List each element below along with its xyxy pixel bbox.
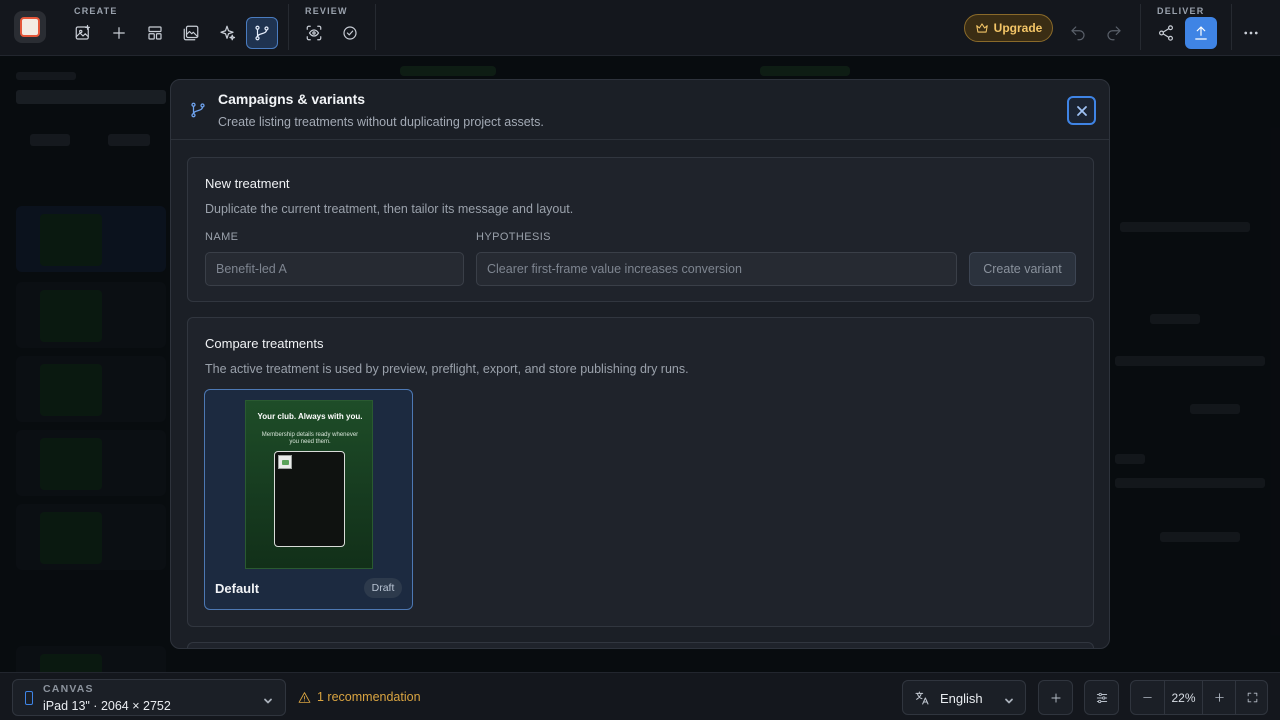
- zoom-value: 22%: [1171, 690, 1196, 705]
- close-icon: [1076, 105, 1087, 116]
- dialog-header: Campaigns & variants Create listing trea…: [171, 80, 1109, 140]
- toolbar-divider: [375, 4, 376, 50]
- image-add-icon: [75, 24, 90, 40]
- create-group-label: CREATE: [74, 6, 118, 16]
- fullscreen-icon: [1247, 692, 1257, 703]
- more-menu-button[interactable]: [1235, 17, 1267, 49]
- device-frame: [274, 451, 345, 547]
- share-button[interactable]: [1150, 17, 1182, 49]
- chevron-down-icon: [1004, 693, 1014, 704]
- ai-generate-button[interactable]: [211, 17, 243, 49]
- compare-treatments-card: Compare treatments The active treatment …: [187, 317, 1094, 627]
- undo-icon: [1071, 26, 1085, 41]
- canvas-size-select[interactable]: CANVAS iPad 13" · 2064 × 2752: [12, 679, 286, 716]
- more-horizontal-icon: [1244, 31, 1258, 35]
- zoom-level[interactable]: 22%: [1165, 681, 1202, 714]
- toolbar-divider: [288, 4, 289, 50]
- next-section-card: [187, 642, 1094, 648]
- compare-treatments-title: Compare treatments: [205, 336, 324, 351]
- upgrade-button[interactable]: Upgrade: [964, 14, 1053, 42]
- top-toolbar: CREATE REVIEW Upgrade DELIVER: [0, 0, 1280, 56]
- bottom-bar: CANVAS iPad 13" · 2064 × 2752 1 recommen…: [0, 672, 1280, 720]
- review-group-label: REVIEW: [305, 6, 348, 16]
- gallery-icon: [183, 25, 199, 41]
- dialog-title: Campaigns & variants: [218, 91, 366, 107]
- add-language-button[interactable]: [1038, 680, 1073, 715]
- add-button[interactable]: [103, 17, 135, 49]
- check-circle-icon: [343, 26, 357, 40]
- plus-icon: [1050, 692, 1061, 703]
- preview-headline: Your club. Always with you.: [257, 412, 363, 421]
- deliver-group-label: DELIVER: [1157, 6, 1205, 16]
- sliders-icon: [1096, 692, 1107, 703]
- campaigns-variants-button[interactable]: [246, 17, 278, 49]
- canvas-label: CANVAS: [43, 683, 94, 695]
- fit-screen-button[interactable]: [1236, 681, 1268, 714]
- zoom-out-button[interactable]: [1131, 681, 1164, 714]
- toolbar-divider: [1231, 4, 1232, 50]
- canvas-value: iPad 13" · 2064 × 2752: [43, 699, 171, 713]
- branch-icon: [189, 101, 207, 119]
- status-badge: Draft: [364, 578, 402, 598]
- share-icon: [1159, 25, 1173, 41]
- branch-icon: [255, 25, 269, 41]
- layout-button[interactable]: [139, 17, 171, 49]
- crown-icon: [975, 23, 988, 33]
- recommendation-link[interactable]: 1 recommendation: [298, 690, 421, 704]
- redo-icon: [1107, 26, 1121, 41]
- redo-button[interactable]: [1098, 17, 1130, 49]
- upgrade-label: Upgrade: [993, 21, 1043, 35]
- upload-icon: [1195, 26, 1207, 40]
- layout-icon: [148, 26, 162, 40]
- new-treatment-title: New treatment: [205, 176, 290, 191]
- chevron-down-icon: [263, 693, 273, 704]
- translate-icon: [914, 690, 930, 706]
- close-button[interactable]: [1067, 96, 1096, 125]
- adjustments-button[interactable]: [1084, 680, 1119, 715]
- tablet-icon: [25, 691, 33, 705]
- image-add-button[interactable]: [67, 17, 99, 49]
- preview-button[interactable]: [298, 17, 330, 49]
- variant-card-default[interactable]: Your club. Always with you. Membership d…: [204, 389, 413, 610]
- campaigns-variants-dialog: Campaigns & variants Create listing trea…: [170, 79, 1110, 649]
- minus-icon: [1143, 697, 1152, 698]
- hypothesis-field-label: HYPOTHESIS: [476, 231, 551, 243]
- create-variant-button[interactable]: Create variant: [969, 252, 1076, 286]
- preview-subtext: Membership details ready whenever you ne…: [261, 432, 359, 445]
- compare-treatments-description: The active treatment is used by preview,…: [205, 362, 689, 376]
- variant-preview: Your club. Always with you. Membership d…: [245, 400, 373, 569]
- sparkles-icon: [220, 25, 236, 41]
- variant-name: Default: [215, 581, 260, 596]
- new-treatment-card: New treatment Duplicate the current trea…: [187, 157, 1094, 302]
- new-treatment-description: Duplicate the current treatment, then ta…: [205, 202, 574, 216]
- warning-icon: [298, 691, 311, 703]
- plus-icon: [113, 27, 125, 39]
- toolbar-divider: [1140, 4, 1141, 50]
- plus-icon: [1214, 693, 1224, 702]
- language-value: English: [940, 691, 983, 706]
- preflight-button[interactable]: [334, 17, 366, 49]
- recommendation-text: 1 recommendation: [317, 690, 421, 704]
- broken-image-icon: [278, 455, 292, 469]
- gallery-button[interactable]: [175, 17, 207, 49]
- dialog-subtitle: Create listing treatments without duplic…: [218, 115, 544, 129]
- zoom-in-button[interactable]: [1203, 681, 1235, 714]
- name-field-label: NAME: [205, 231, 239, 243]
- eye-scan-icon: [306, 25, 322, 41]
- language-select[interactable]: English: [902, 680, 1026, 715]
- app-logo[interactable]: [14, 11, 46, 43]
- undo-button[interactable]: [1062, 17, 1094, 49]
- name-input[interactable]: [205, 252, 464, 286]
- zoom-controls: 22%: [1130, 680, 1268, 715]
- hypothesis-input[interactable]: [476, 252, 957, 286]
- export-button[interactable]: [1185, 17, 1217, 49]
